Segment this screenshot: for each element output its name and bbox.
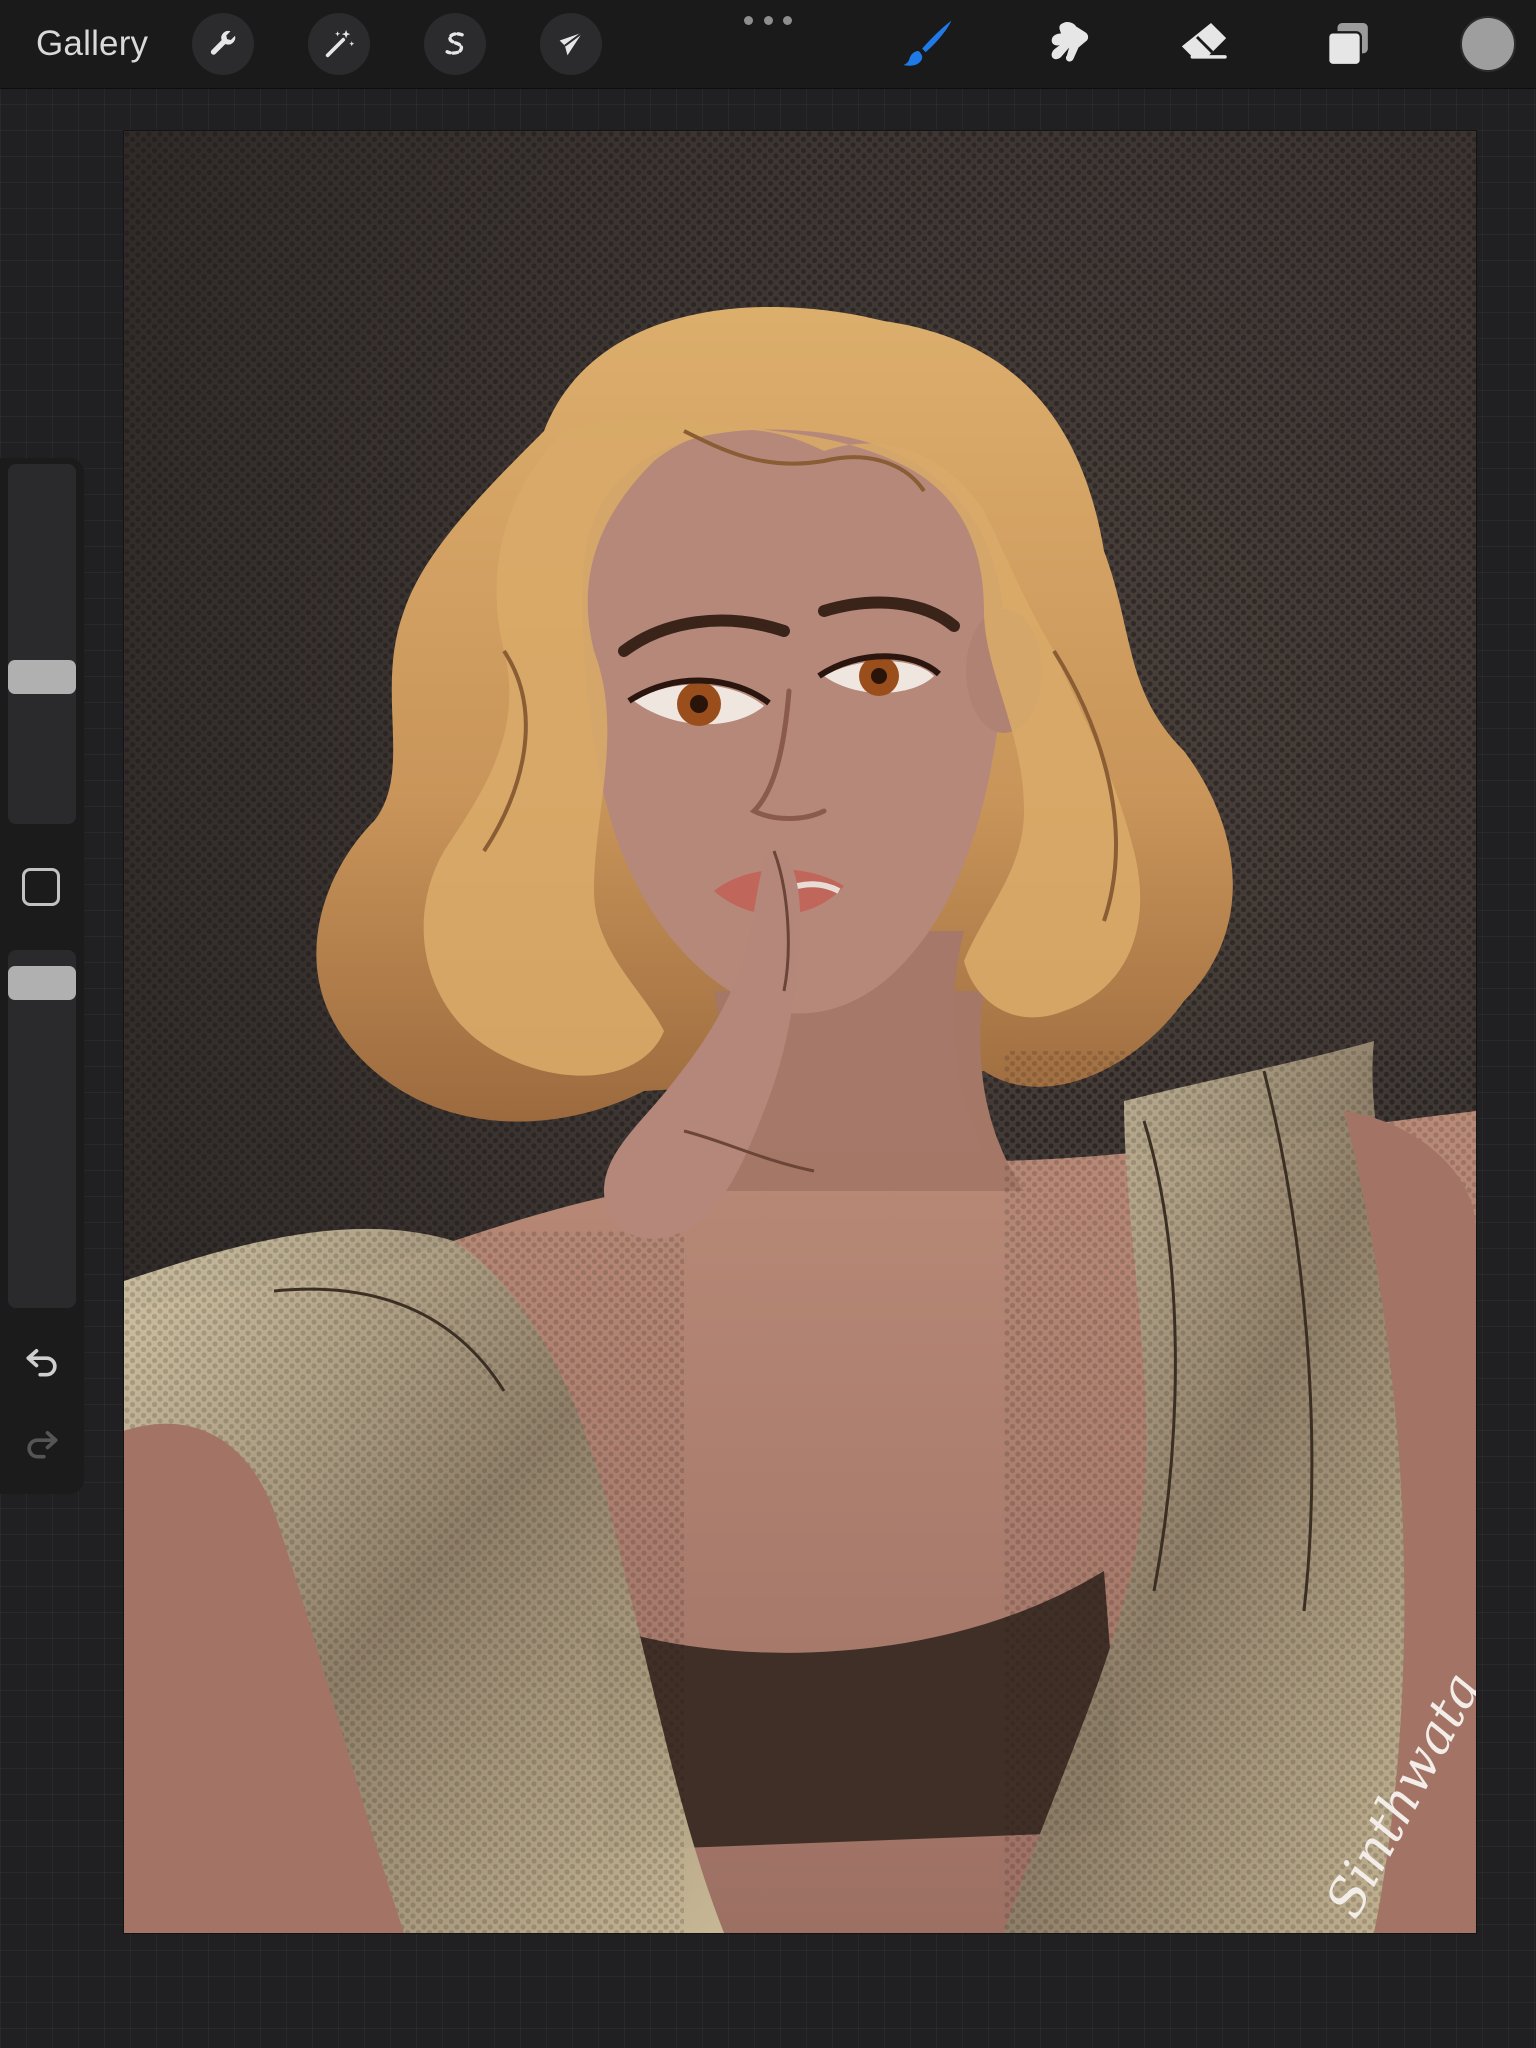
brush-icon — [903, 20, 952, 66]
layers-button[interactable] — [1316, 14, 1380, 74]
magic-wand-icon — [325, 29, 355, 58]
brush-size-slider[interactable] — [8, 464, 76, 824]
arrow-cursor-icon — [559, 31, 583, 56]
eraser-icon — [1181, 23, 1227, 59]
opacity-slider[interactable] — [8, 950, 76, 1308]
left-sidebar — [0, 458, 84, 1494]
actions-button[interactable] — [192, 13, 254, 75]
opacity-handle[interactable] — [8, 966, 76, 1001]
smudge-tool-button[interactable] — [1036, 14, 1100, 74]
smudge-icon — [1051, 22, 1089, 62]
gallery-button[interactable]: Gallery — [36, 20, 148, 68]
undo-button[interactable] — [20, 1338, 64, 1382]
top-toolbar: Gallery — [0, 0, 1536, 89]
layers-icon — [1327, 23, 1368, 67]
selection-button[interactable] — [424, 13, 486, 75]
color-picker-swatch[interactable] — [1460, 16, 1516, 72]
more-dots-icon[interactable] — [744, 12, 792, 28]
transform-button[interactable] — [540, 13, 602, 75]
selection-s-icon — [445, 32, 464, 55]
brush-tool-button[interactable] — [896, 14, 960, 74]
redo-icon — [27, 1431, 58, 1459]
drawing-canvas[interactable]: Sinthwata — [124, 131, 1476, 1933]
brush-size-handle[interactable] — [8, 659, 76, 694]
eraser-tool-button[interactable] — [1172, 14, 1236, 74]
redo-button[interactable] — [20, 1420, 64, 1464]
wrench-icon — [210, 30, 236, 55]
undo-icon — [26, 1349, 57, 1377]
modify-button[interactable] — [22, 868, 60, 906]
artwork-illustration: Sinthwata — [124, 131, 1476, 1933]
adjustments-button[interactable] — [308, 13, 370, 75]
